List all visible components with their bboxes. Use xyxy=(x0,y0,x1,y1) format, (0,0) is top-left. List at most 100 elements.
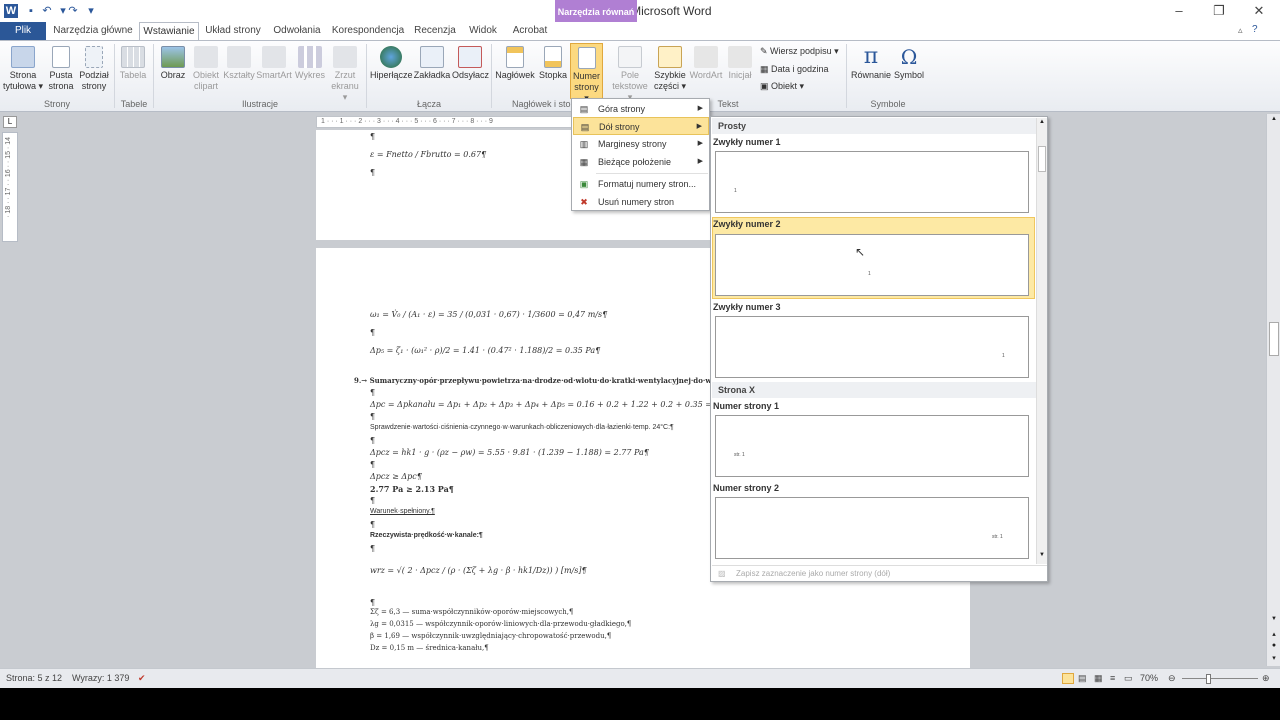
tab-selector[interactable]: L xyxy=(3,116,17,128)
scroll-up-icon[interactable]: ▲ xyxy=(1038,119,1046,129)
draft-view-icon[interactable]: ▭ xyxy=(1124,673,1133,684)
blank-page-button[interactable]: Pusta strona xyxy=(46,46,76,92)
cross-reference-button[interactable]: Odsyłacz xyxy=(452,46,489,81)
globe-icon xyxy=(380,46,402,68)
object-button[interactable]: ▣ Obiekt ▾ xyxy=(760,81,804,92)
zoom-slider[interactable] xyxy=(1182,678,1258,679)
header-label: Nagłówek xyxy=(495,70,535,80)
scroll-down-icon[interactable]: ▼ xyxy=(1269,616,1279,626)
hyperlink-button[interactable]: Hiperłącze xyxy=(370,46,413,81)
browse-object-icon[interactable]: ● xyxy=(1269,642,1279,652)
table-button[interactable]: Tabela xyxy=(118,46,148,81)
full-screen-reading-icon[interactable]: ▤ xyxy=(1078,673,1087,684)
body-text: Warunek·spełniony.¶ xyxy=(370,508,435,515)
page-number-preview: str. 1 xyxy=(734,452,745,458)
shapes-button[interactable]: Kształty xyxy=(222,46,256,81)
equation-line: ε = Fnetto / Fbrutto = 0.67¶ xyxy=(370,150,487,159)
tab-review[interactable]: Recenzja xyxy=(412,22,458,40)
zoom-in-icon[interactable]: ⊕ xyxy=(1262,673,1270,684)
text-box-button[interactable]: Pole tekstowe ▾ xyxy=(612,46,648,103)
header-button[interactable]: Nagłówek xyxy=(494,46,536,81)
paragraph-mark: ¶ xyxy=(370,496,376,505)
gallery-item-plain-number-3[interactable]: 1 xyxy=(715,316,1029,378)
cover-page-button[interactable]: Strona tytułowa ▾ xyxy=(2,46,44,92)
chevron-right-icon: ▶ xyxy=(696,123,702,130)
clipart-button[interactable]: Obiekt clipart xyxy=(190,46,222,92)
picture-button[interactable]: Obraz xyxy=(158,46,188,81)
quick-parts-button[interactable]: Szybkie części ▾ xyxy=(651,46,689,92)
close-button[interactable]: ✕ xyxy=(1244,2,1274,20)
menu-item-remove-page-numbers[interactable]: ✖ Usuń numery stron xyxy=(573,193,709,211)
tab-insert[interactable]: Wstawianie xyxy=(139,22,199,41)
group-label-symbols: Symbole xyxy=(870,99,906,109)
print-layout-view-icon[interactable] xyxy=(1062,673,1074,684)
previous-page-icon[interactable]: ▴ xyxy=(1269,630,1279,640)
menu-item-top-of-page[interactable]: ▤ Góra strony ▶ xyxy=(573,100,709,118)
signature-line-button[interactable]: ✎ Wiersz podpisu ▾ xyxy=(760,46,839,57)
format-page-numbers-icon: ▣ xyxy=(579,179,589,189)
menu-item-label: Formatuj numery stron... xyxy=(598,179,697,189)
tab-references[interactable]: Odwołania xyxy=(268,22,326,40)
tab-view[interactable]: Widok xyxy=(462,22,504,40)
gallery-item-label: Zwykły numer 1 xyxy=(713,137,781,147)
gallery-scroll-thumb[interactable] xyxy=(1038,146,1046,172)
paragraph-mark: ¶ xyxy=(370,168,376,177)
symbol-button[interactable]: Ω Symbol xyxy=(892,46,926,81)
tab-file[interactable]: Plik xyxy=(0,22,46,40)
menu-item-label: Góra strony xyxy=(598,104,646,114)
menu-item-format-page-numbers[interactable]: ▣ Formatuj numery stron... xyxy=(573,175,709,193)
menu-item-page-margins[interactable]: ▥ Marginesy strony ▶ xyxy=(573,135,709,153)
document-scrollbar[interactable]: ▲ ▼ ▴ ● ▾ xyxy=(1266,114,1280,666)
proofing-icon[interactable]: ✔ xyxy=(138,673,146,684)
gallery-item-plain-number-2[interactable]: 1 ↖ xyxy=(715,234,1029,296)
equation-line: Δpcz ≥ Δpc¶ xyxy=(370,472,422,481)
menu-item-current-position[interactable]: ▦ Bieżące położenie ▶ xyxy=(573,153,709,171)
menu-item-label: Dół strony xyxy=(599,122,640,132)
smartart-button[interactable]: SmartArt xyxy=(256,46,292,81)
outline-view-icon[interactable]: ≡ xyxy=(1110,673,1115,683)
tab-design[interactable]: Projektowanie xyxy=(558,22,634,40)
collapse-ribbon-icon[interactable]: ▵ xyxy=(1238,25,1243,36)
scroll-down-icon[interactable]: ▼ xyxy=(1038,552,1046,562)
next-page-icon[interactable]: ▾ xyxy=(1269,654,1279,664)
page-number-button[interactable]: Numer strony ▾ xyxy=(570,43,603,103)
save-selection-to-gallery[interactable]: ▨ Zapisz zaznaczenie jako numer strony (d… xyxy=(712,565,1047,581)
body-text: Sprawdzenie·wartości·ciśnienia·czynnego·… xyxy=(370,424,674,431)
minimize-button[interactable]: – xyxy=(1164,2,1194,20)
web-layout-icon[interactable]: ▦ xyxy=(1094,673,1103,684)
tab-page-layout[interactable]: Układ strony xyxy=(203,22,263,40)
gallery-scrollbar[interactable]: ▲ ▼ xyxy=(1036,118,1047,564)
bookmark-label: Zakładka xyxy=(413,70,451,80)
gallery-category-page-x: Strona X xyxy=(712,382,1036,398)
word-count[interactable]: Wyrazy: 1 379 xyxy=(72,673,129,683)
screenshot-button[interactable]: Zrzut ekranu ▾ xyxy=(328,46,362,103)
wordart-button[interactable]: WordArt xyxy=(688,46,724,81)
page-break-button[interactable]: Podział strony xyxy=(78,46,110,92)
gallery-item-plain-number-1[interactable]: 1 xyxy=(715,151,1029,213)
footer-button[interactable]: Stopka xyxy=(537,46,569,81)
page-counter[interactable]: Strona: 5 z 12 xyxy=(6,673,62,683)
chevron-right-icon: ▶ xyxy=(697,158,703,165)
document-scroll-thumb[interactable] xyxy=(1269,322,1279,356)
tab-acrobat[interactable]: Acrobat xyxy=(508,22,552,40)
scroll-up-icon[interactable]: ▲ xyxy=(1269,116,1279,126)
zoom-slider-handle[interactable] xyxy=(1206,674,1211,684)
zoom-level[interactable]: 70% xyxy=(1140,673,1158,683)
drop-cap-button[interactable]: Inicjał xyxy=(724,46,756,81)
date-time-button[interactable]: ▦ Data i godzina xyxy=(760,64,829,75)
tab-home[interactable]: Narzędzia główne xyxy=(52,22,134,40)
help-icon[interactable]: ? xyxy=(1252,24,1258,35)
zoom-out-icon[interactable]: ⊖ xyxy=(1168,673,1176,684)
chart-button[interactable]: Wykres xyxy=(294,46,326,81)
object-label: Obiekt ▾ xyxy=(771,81,805,91)
paragraph-mark: ¶ xyxy=(370,388,376,397)
tab-mailings[interactable]: Korespondencja xyxy=(330,22,406,40)
restore-button[interactable]: ❐ xyxy=(1204,2,1234,20)
bookmark-button[interactable]: Zakładka xyxy=(413,46,451,81)
gallery-item-page-number-1[interactable]: str. 1 xyxy=(715,415,1029,477)
group-label-pages: Strony xyxy=(43,99,70,109)
equation-button[interactable]: π Równanie xyxy=(850,46,892,81)
gallery-item-page-number-2[interactable]: str. 1 xyxy=(715,497,1029,559)
gallery-item-label: Numer strony 2 xyxy=(713,483,780,493)
menu-item-bottom-of-page[interactable]: ▤ Dół strony ▶ xyxy=(573,117,709,135)
